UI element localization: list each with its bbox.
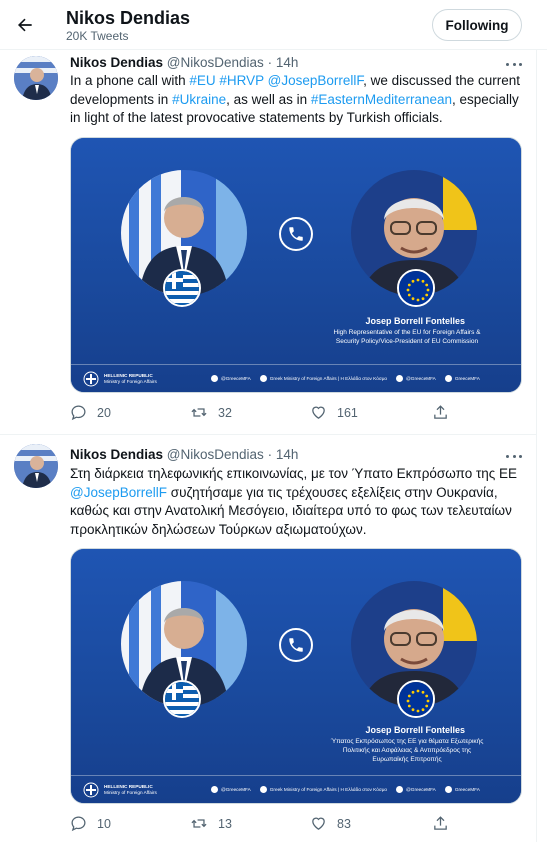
tweet-text: In a phone call with #EU #HRVP @JosepBor… [70,72,530,128]
mention-link[interactable]: @JosepBorrellF [70,485,167,500]
hashtag-link[interactable]: #EasternMediterranean [311,92,452,107]
caption-role-line: High Representative of the EU for Foreig… [333,329,481,336]
more-options-icon[interactable] [503,57,525,71]
heart-icon [312,817,325,830]
share-icon [434,405,447,419]
caption-role: Ύπατος Εκπρόσωπος της ΕΕ για θέματα Εξωτ… [317,737,497,764]
mention-link[interactable]: @JosepBorrellF [268,73,364,88]
tweet-image[interactable]: Josep Borrell Fontelles Ύπατος Εκπρόσωπο… [70,548,522,804]
tweet-time[interactable]: 14h [276,55,299,70]
facebook-icon [259,375,267,382]
reply-action[interactable]: 10 [70,815,111,832]
tweet-image[interactable]: Josep Borrell Fontelles High Representat… [70,137,522,393]
like-action[interactable]: 83 [310,815,351,832]
ministry-line: Ministry of Foreign Affairs [104,790,157,795]
text-segment: In a phone call with [70,73,190,88]
twitter-icon [211,786,218,793]
flickr-icon [396,375,404,382]
hashtag-link[interactable]: #Ukraine [172,92,226,107]
eu-flag-icon [397,269,435,307]
retweet-action[interactable]: 32 [190,404,232,421]
card-social-links: @GreeceMFA Greek Ministry of Foreign Aff… [211,786,480,793]
profile-header: Nikos Dendias 20K Tweets Following [0,0,547,50]
caption-role-line: Ύπατος Εκπρόσωπος της ΕΕ για θέματα Εξωτ… [330,738,484,745]
share-action[interactable] [432,815,449,832]
social-handle: @GreeceMFA [221,787,251,792]
caption-name: Josep Borrell Fontelles [365,316,465,326]
hashtag-link[interactable]: #EU [189,73,215,88]
card-footer-divider [71,775,521,776]
tweet-actions: 10 13 83 [70,815,450,835]
like-count: 161 [337,405,358,420]
social-handle: @GreeceMFA [221,376,251,381]
author-handle[interactable]: @NikosDendias [167,447,264,462]
share-icon [434,816,447,830]
reply-count: 10 [97,816,111,831]
social-handle: @GreeceMFA [406,787,436,792]
avatar[interactable] [14,444,58,488]
social-handle: Greek Ministry of Foreign Affairs | Η Ελ… [269,787,388,792]
tweet-meta: Nikos Dendias @NikosDendias · 14h [70,55,298,70]
social-handle: GreeceMFA [454,787,480,792]
caption-role-line: Πολιτικής και Ασφάλειας & Αντιπρόεδρος τ… [342,747,472,754]
greek-flag-icon [163,269,201,307]
reply-count: 20 [97,405,111,420]
greek-emblem-icon [83,371,99,387]
avatar[interactable] [14,56,58,100]
separator-dot: · [267,55,273,70]
phone-icon [279,628,313,662]
like-action[interactable]: 161 [310,404,358,421]
social-handle: @GreeceMFA [406,376,436,381]
greek-emblem-icon [83,782,99,798]
caption-role-line: Ευρωπαϊκής Επιτροπής [372,756,442,763]
card-footer-divider [71,364,521,365]
ministry-logo: HELLENIC REPUBLIC Ministry of Foreign Aff… [83,371,157,387]
hashtag-link[interactable]: #HRVP [219,73,264,88]
like-count: 83 [337,816,351,831]
author-name[interactable]: Nikos Dendias [70,447,163,462]
youtube-icon [444,786,452,793]
retweet-count: 32 [218,405,232,420]
retweet-icon [191,819,207,828]
ministry-logo: HELLENIC REPUBLIC Ministry of Foreign Aff… [83,782,157,798]
tweet-meta: Nikos Dendias @NikosDendias · 14h [70,447,298,462]
facebook-icon [259,786,267,793]
heart-icon [312,406,325,419]
reply-action[interactable]: 20 [70,404,111,421]
greek-flag-icon [163,680,201,718]
ministry-line: Ministry of Foreign Affairs [104,379,157,384]
twitter-icon [211,375,218,382]
page-title: Nikos Dendias [66,8,191,28]
text-segment: , as well as in [226,91,311,107]
author-name[interactable]: Nikos Dendias [70,55,163,70]
text-segment: Στη διάρκεια τηλεφωνικής επικοινωνίας, μ… [70,466,518,481]
retweet-count: 13 [218,816,232,831]
timeline-border [536,0,537,842]
caption-role: High Representative of the EU for Foreig… [317,328,497,346]
caption-role-line: Security Policy/Vice-President of EU Com… [335,338,479,345]
tweet-time[interactable]: 14h [276,447,299,462]
social-handle: GreeceMFA [454,376,480,381]
phone-icon [279,217,313,251]
eu-flag-icon [397,680,435,718]
tweet-actions: 20 32 161 [70,404,450,424]
tweet-divider [0,434,537,435]
separator-dot: · [267,447,273,462]
reply-icon [71,405,86,421]
reply-icon [71,816,86,832]
card-social-links: @GreeceMFA Greek Ministry of Foreign Aff… [211,375,480,382]
following-button[interactable]: Following [432,9,522,41]
more-options-icon[interactable] [503,449,525,463]
author-handle[interactable]: @NikosDendias [167,55,264,70]
social-handle: Greek Ministry of Foreign Affairs | Η Ελ… [269,376,388,381]
caption-name: Josep Borrell Fontelles [365,725,465,735]
retweet-action[interactable]: 13 [190,815,232,832]
flickr-icon [396,786,404,793]
youtube-icon [444,375,452,382]
back-arrow-icon[interactable] [12,12,38,38]
share-action[interactable] [432,404,449,421]
retweet-icon [191,408,207,417]
tweet-text: Στη διάρκεια τηλεφωνικής επικοινωνίας, μ… [70,465,530,539]
tweet-count: 20K Tweets [66,29,129,43]
